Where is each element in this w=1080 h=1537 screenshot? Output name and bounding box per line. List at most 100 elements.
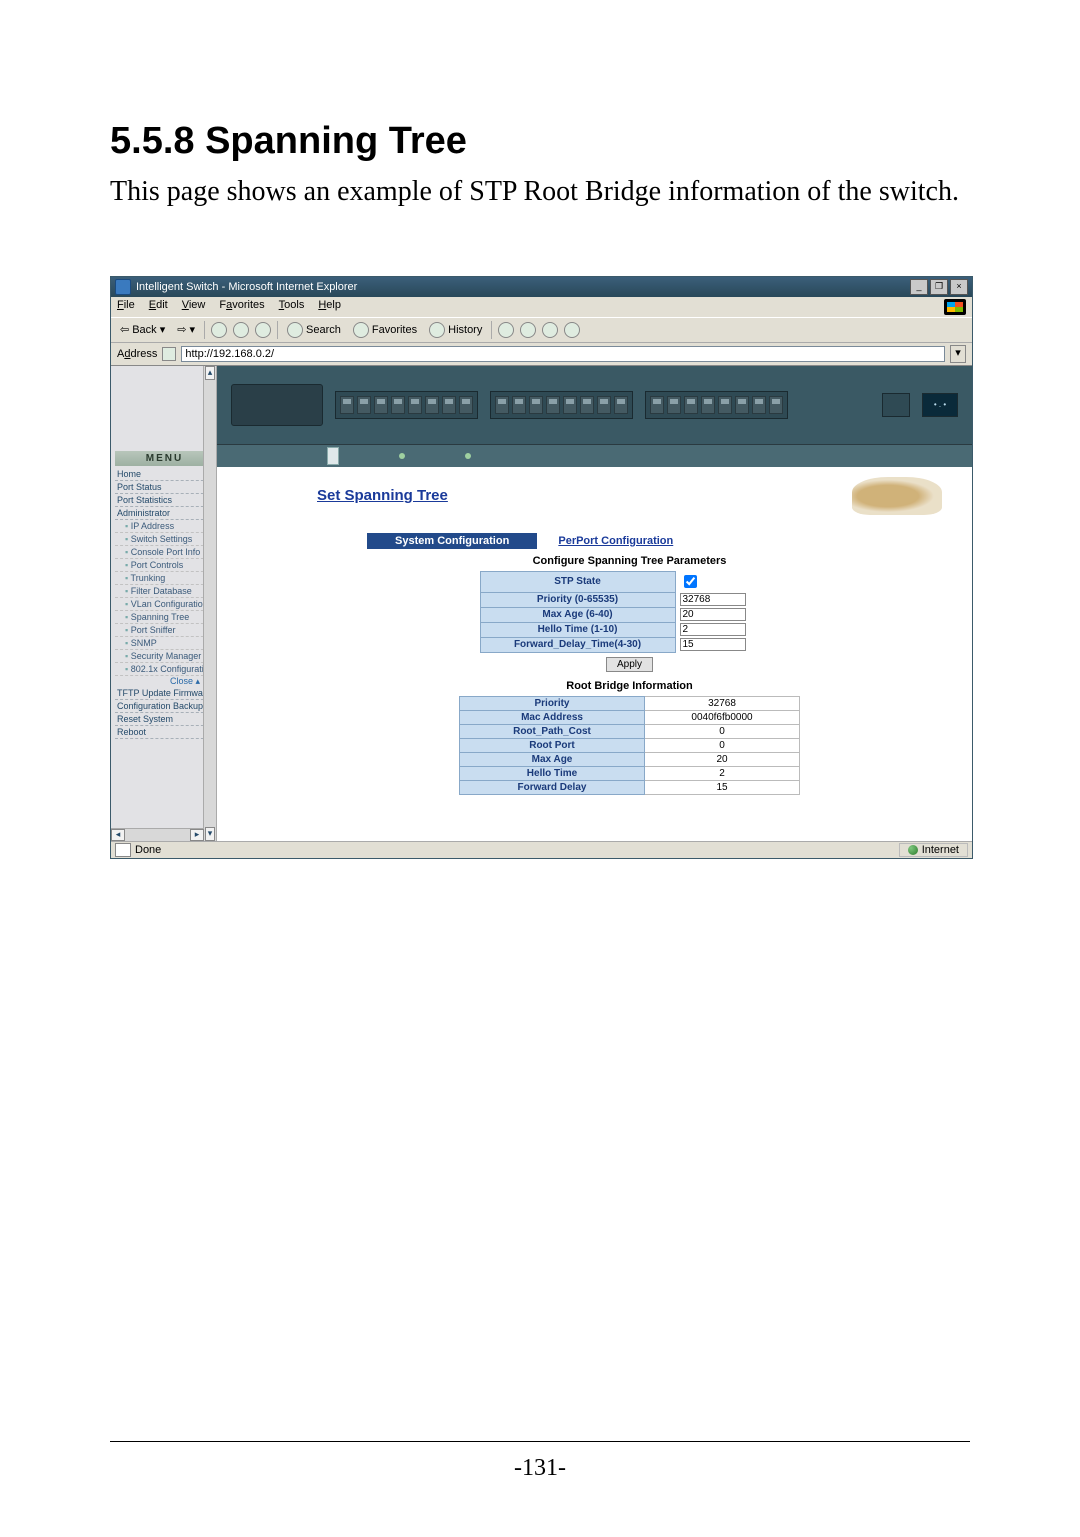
ms-flag-icon xyxy=(944,299,966,315)
minimize-button[interactable]: _ xyxy=(910,279,928,295)
page-number: -131- xyxy=(0,1455,1080,1482)
device-substrip xyxy=(217,444,972,467)
scroll-up-icon[interactable]: ▴ xyxy=(205,366,215,380)
menu-file[interactable]: File xyxy=(117,299,135,315)
menu-help[interactable]: Help xyxy=(318,299,341,315)
sidebar-sub-filter[interactable]: Filter Database xyxy=(115,585,214,598)
params-table: STP State Priority (0-65535) Max Age (6-… xyxy=(480,571,780,653)
info-val: 0040f6fb0000 xyxy=(645,710,800,724)
content-pane: • . • Set Spanning Tree System Configura… xyxy=(217,366,972,841)
scroll-left-icon[interactable]: ◂ xyxy=(111,829,125,841)
restore-button[interactable]: ❐ xyxy=(930,279,948,295)
fwd-label: Forward_Delay_Time(4-30) xyxy=(480,637,675,652)
port-group-1 xyxy=(335,391,478,419)
info-val: 32768 xyxy=(645,696,800,710)
address-input[interactable] xyxy=(181,346,945,362)
sidebar-item-tftp[interactable]: TFTP Update Firmwa xyxy=(115,687,214,700)
info-val: 2 xyxy=(645,766,800,780)
port-group-2 xyxy=(490,391,633,419)
favorites-button[interactable]: Favorites xyxy=(350,321,420,339)
menubar: File Edit View Favorites Tools Help xyxy=(111,297,972,317)
priority-input[interactable] xyxy=(680,593,746,606)
sidebar-sub-trunking[interactable]: Trunking xyxy=(115,572,214,585)
sidebar-close[interactable]: Close ▴ xyxy=(115,676,214,687)
device-banner: • . • xyxy=(217,366,972,444)
history-button[interactable]: History xyxy=(426,321,485,339)
port-group-3 xyxy=(645,391,788,419)
sidebar: MENU Home Port Status Port Statistics Ad… xyxy=(111,366,217,841)
stop-icon[interactable] xyxy=(211,322,227,338)
toolbar: ⇦ Back ▾ ⇨ ▾ Search Favorites History xyxy=(111,317,972,343)
mail-icon[interactable] xyxy=(498,322,514,338)
sidebar-sub-portctrl[interactable]: Port Controls xyxy=(115,559,214,572)
info-key: Forward Delay xyxy=(460,780,645,794)
led-icon xyxy=(399,453,405,459)
info-val: 0 xyxy=(645,724,800,738)
hello-label: Hello Time (1-10) xyxy=(480,622,675,637)
globe-icon xyxy=(908,845,918,855)
info-val: 20 xyxy=(645,752,800,766)
back-button[interactable]: ⇦ Back ▾ xyxy=(117,322,168,337)
device-label xyxy=(231,384,323,426)
apply-button[interactable]: Apply xyxy=(606,657,653,672)
status-bar: Done Internet xyxy=(111,841,972,858)
sidebar-sub-ip[interactable]: IP Address xyxy=(115,520,214,533)
sidebar-sub-8021x[interactable]: 802.1x Configuration xyxy=(115,663,214,676)
tab-system-config[interactable]: System Configuration xyxy=(367,533,537,549)
ie-icon xyxy=(115,279,131,295)
info-key: Hello Time xyxy=(460,766,645,780)
info-key: Root Port xyxy=(460,738,645,752)
info-header: Root Bridge Information xyxy=(317,680,942,692)
sidebar-vscroll[interactable]: ▴ ▾ xyxy=(203,366,216,841)
sidebar-item-port-statistics[interactable]: Port Statistics xyxy=(115,494,214,507)
hello-input[interactable] xyxy=(680,623,746,636)
stp-state-checkbox[interactable] xyxy=(684,575,697,588)
discuss-icon[interactable] xyxy=(564,322,580,338)
sidebar-item-home[interactable]: Home xyxy=(115,468,214,481)
sidebar-item-reboot[interactable]: Reboot xyxy=(115,726,214,739)
titlebar: Intelligent Switch - Microsoft Internet … xyxy=(111,277,972,297)
menu-edit[interactable]: Edit xyxy=(149,299,168,315)
edit-icon[interactable] xyxy=(542,322,558,338)
sidebar-header: MENU xyxy=(115,451,214,466)
sidebar-sub-snmp[interactable]: SNMP xyxy=(115,637,214,650)
sidebar-sub-security[interactable]: Security Manager xyxy=(115,650,214,663)
sidebar-item-cfgbackup[interactable]: Configuration Backup xyxy=(115,700,214,713)
led-icon xyxy=(465,453,471,459)
stp-state-label: STP State xyxy=(480,571,675,592)
sidebar-sub-stp[interactable]: Spanning Tree xyxy=(115,611,214,624)
params-header: Configure Spanning Tree Parameters xyxy=(317,555,942,567)
sidebar-item-reset[interactable]: Reset System xyxy=(115,713,214,726)
sidebar-item-administrator[interactable]: Administrator xyxy=(115,507,214,520)
security-zone: Internet xyxy=(899,843,968,857)
forward-button[interactable]: ⇨ ▾ xyxy=(174,322,198,337)
close-button[interactable]: × xyxy=(950,279,968,295)
sidebar-item-port-status[interactable]: Port Status xyxy=(115,481,214,494)
module-slot-2: • . • xyxy=(922,393,958,417)
sidebar-sub-vlan[interactable]: VLan Configuration xyxy=(115,598,214,611)
sidebar-sub-sniffer[interactable]: Port Sniffer xyxy=(115,624,214,637)
footer-rule xyxy=(110,1441,970,1442)
menu-view[interactable]: View xyxy=(182,299,206,315)
scroll-right-icon[interactable]: ▸ xyxy=(190,829,204,841)
eagle-image xyxy=(852,477,942,515)
address-label: Address xyxy=(117,348,157,360)
home-icon[interactable] xyxy=(255,322,271,338)
sidebar-hscroll[interactable]: ◂ ▸ xyxy=(111,828,204,841)
refresh-icon[interactable] xyxy=(233,322,249,338)
max-age-input[interactable] xyxy=(680,608,746,621)
max-age-label: Max Age (6-40) xyxy=(480,607,675,622)
search-button[interactable]: Search xyxy=(284,321,344,339)
menu-favorites[interactable]: Favorites xyxy=(219,299,264,315)
tab-perport-config[interactable]: PerPort Configuration xyxy=(540,533,691,549)
sidebar-sub-switch[interactable]: Switch Settings xyxy=(115,533,214,546)
scroll-down-icon[interactable]: ▾ xyxy=(205,827,215,841)
menu-tools[interactable]: Tools xyxy=(279,299,305,315)
info-table: Priority32768 Mac Address0040f6fb0000 Ro… xyxy=(459,696,800,795)
fwd-input[interactable] xyxy=(680,638,746,651)
sidebar-sub-console[interactable]: Console Port Info xyxy=(115,546,214,559)
address-dropdown[interactable]: ▾ xyxy=(950,345,966,363)
ie-page-icon xyxy=(162,347,176,361)
print-icon[interactable] xyxy=(520,322,536,338)
gauge-icon xyxy=(327,447,339,465)
